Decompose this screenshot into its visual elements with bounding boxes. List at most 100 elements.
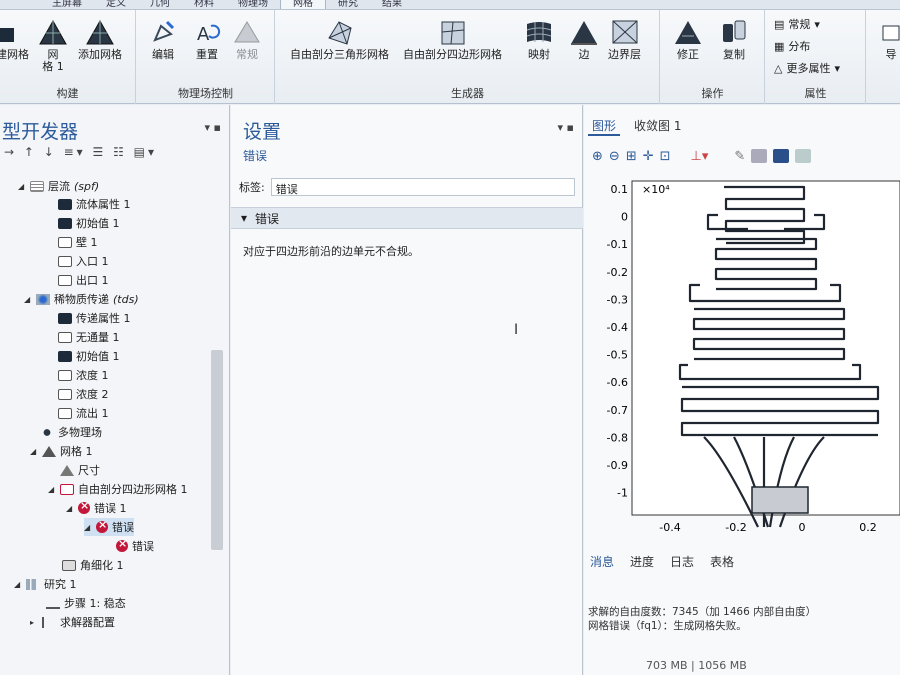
tab-messages[interactable]: 消息 [590, 553, 614, 570]
svg-text:A: A [197, 24, 210, 45]
tree-item-initial-values-2[interactable]: 初始值 1 [58, 347, 120, 365]
tab-convergence-plot[interactable]: 收敛图 1 [630, 117, 685, 136]
flow-icon [30, 180, 44, 192]
mesh-1-button[interactable]: 网 格 1 [38, 18, 68, 73]
free-triangular-button[interactable]: 自由剖分三角形网格 [290, 18, 389, 61]
y-axis-ticks: 0.1 0 -0.1 -0.2 -0.3 -0.4 -0.5 -0.6 -0.7 -0.8 -0.9… [607, 183, 628, 500]
tree-item-error-child[interactable]: 错误 [116, 537, 154, 555]
tab-log[interactable]: 日志 [670, 553, 694, 570]
view-mode-icon[interactable] [751, 149, 768, 163]
tree-item-inlet[interactable]: 入口 1 [58, 252, 109, 270]
tab-physics[interactable]: 物理场 [226, 0, 280, 9]
tree-item-error-1[interactable]: ◢ 错误 1 [66, 499, 127, 517]
normal-button[interactable]: 常规 [233, 18, 261, 61]
zoom-out-icon[interactable]: ⊖ [609, 149, 620, 164]
x-tick-label: 0 [799, 521, 806, 534]
tree-item-corner-refinement[interactable]: 角细化 1 [62, 556, 124, 574]
geometry-plot[interactable]: ×10⁴ 0.1 0 -0.1 -0.2 -0.3 -0.4 -0.5 -0.6 -0.7 -0.… [584, 175, 900, 549]
modify-button[interactable]: 修正 [673, 18, 703, 61]
edge-button[interactable]: 边 [569, 18, 599, 61]
tree-item-size[interactable]: 尺寸 [60, 461, 100, 479]
tab-home[interactable]: 主屏幕 [40, 0, 94, 9]
select-icon[interactable]: ✎ [734, 149, 745, 164]
add-mesh-icon [86, 19, 114, 45]
add-mesh-button[interactable]: 添加网格 [78, 18, 122, 61]
mapped-mesh-icon [526, 22, 552, 42]
edit-icon [153, 20, 175, 42]
import-button[interactable]: 导 [881, 18, 900, 61]
tree-scrollbar[interactable] [211, 350, 223, 550]
zoom-extents-icon[interactable]: ⊡ [660, 149, 671, 164]
model-builder-panel: 型开发器 ▾ ▪ → ↑ ↓ ≡▾ ☰ ☷ ▤▾ ◢ 层流 (spf) 流体属性 1… [0, 105, 230, 675]
tree-item-study-1[interactable]: ◢ 研究 1 [14, 575, 77, 593]
error-section-header[interactable]: ▾ 错误 [231, 207, 583, 229]
label-input[interactable]: 错误 [270, 178, 575, 196]
tree-item-fluid-properties[interactable]: 流体属性 1 [58, 195, 131, 213]
tree-item-concentration-1[interactable]: 浓度 1 [58, 366, 109, 384]
tree-item-wall[interactable]: 壁 1 [58, 233, 98, 251]
more-attributes-icon: △ [774, 61, 783, 75]
zoom-box-icon[interactable]: ⊞ [626, 149, 637, 164]
tab-study[interactable]: 研究 [326, 0, 370, 9]
tree-label: 研究 1 [44, 578, 77, 591]
tree-item-solver-configurations[interactable]: ▸ 求解器配置 [30, 613, 115, 631]
distribution-icon: ▦ [774, 39, 785, 53]
tab-results[interactable]: 结果 [370, 0, 414, 9]
tree-item-free-quad-1[interactable]: ◢ 自由剖分四边形网格 1 [48, 480, 188, 498]
tree-item-laminar-flow[interactable]: ◢ 层流 (spf) [18, 177, 99, 195]
tree-item-multiphysics[interactable]: 多物理场 [40, 423, 102, 441]
tree-item-concentration-2[interactable]: 浓度 2 [58, 385, 109, 403]
tab-mesh[interactable]: 网格 [280, 0, 326, 9]
center-icon[interactable]: ✛ [643, 149, 654, 164]
axis-orientation-icon[interactable]: ⊥▾ [691, 149, 709, 164]
tree-item-no-flux[interactable]: 无通量 1 [58, 328, 120, 346]
tree-item-step-1[interactable]: 步骤 1: 稳态 [46, 594, 126, 612]
pin-icon[interactable]: ▾ ▪ [558, 121, 574, 134]
build-mesh-button[interactable]: 建网格 [0, 18, 29, 61]
model-tree-toolbar[interactable]: → ↑ ↓ ≡▾ ☰ ☷ ▤▾ [4, 145, 157, 159]
tab-geometry[interactable]: 几何 [138, 0, 182, 9]
tree-item-mesh-1[interactable]: ◢ 网格 1 [30, 442, 93, 460]
reset-button[interactable]: A 重置 [193, 18, 221, 61]
wireframe-icon[interactable] [795, 149, 812, 163]
tab-progress[interactable]: 进度 [630, 553, 654, 570]
more-attributes-button[interactable]: △ 更多属性 ▾ [774, 60, 840, 76]
tree-item-initial-values[interactable]: 初始值 1 [58, 214, 120, 232]
tab-materials[interactable]: 材料 [182, 0, 226, 9]
zoom-in-icon[interactable]: ⊕ [592, 149, 603, 164]
axis-exponent: ×10⁴ [642, 183, 670, 196]
tree-item-outlet[interactable]: 出口 1 [58, 271, 109, 289]
x-axis-ticks: -0.4-0.200.20.4 [659, 521, 876, 534]
free-triangular-label: 自由剖分三角形网格 [290, 48, 389, 61]
mapped-button[interactable]: 映射 [524, 18, 554, 61]
solver-icon [42, 616, 56, 628]
pin-icon[interactable]: ▾ ▪ [205, 121, 221, 134]
tab-table[interactable]: 表格 [710, 553, 734, 570]
tree-label: 自由剖分四边形网格 1 [78, 483, 188, 496]
chevron-down-icon: ▾ [834, 61, 840, 75]
tab-graphics[interactable]: 图形 [588, 117, 621, 136]
chevron-down-icon: ◢ [30, 446, 37, 456]
error-icon [96, 518, 108, 533]
tree-item-error-selected[interactable]: ◢ 错误 [84, 518, 134, 536]
tree-item-outflow[interactable]: 流出 1 [58, 404, 109, 422]
tree-label: 浓度 2 [76, 388, 109, 401]
chevron-down-icon: ▾ [241, 211, 248, 225]
group-operations: 修正 复制 操作 [661, 10, 765, 104]
copy-button[interactable]: 复制 [719, 18, 749, 61]
tree-item-transport-properties[interactable]: 传递属性 1 [58, 309, 131, 327]
distribution-button[interactable]: ▦ 分布 [774, 38, 810, 54]
y-tick-label: -0.9 [607, 459, 628, 472]
tab-definitions[interactable]: 定义 [94, 0, 138, 9]
chevron-down-icon: ◢ [66, 503, 73, 513]
edit-button[interactable]: 编辑 [149, 18, 177, 61]
render-mode-icon[interactable] [773, 149, 790, 163]
more-attributes-label: 更多属性 [786, 62, 831, 75]
free-quad-button[interactable]: 自由剖分四边形网格 [403, 18, 502, 61]
boundary-layer-button[interactable]: 边界层 [608, 18, 641, 61]
corner-refinement-icon [62, 559, 76, 571]
reset-icon: A [197, 24, 221, 45]
mapped-label: 映射 [528, 48, 550, 61]
tree-item-transport[interactable]: ◢ 稀物质传递 (tds) [24, 290, 139, 308]
general-attribute-button[interactable]: ▤ 常规 ▾ [774, 16, 820, 32]
